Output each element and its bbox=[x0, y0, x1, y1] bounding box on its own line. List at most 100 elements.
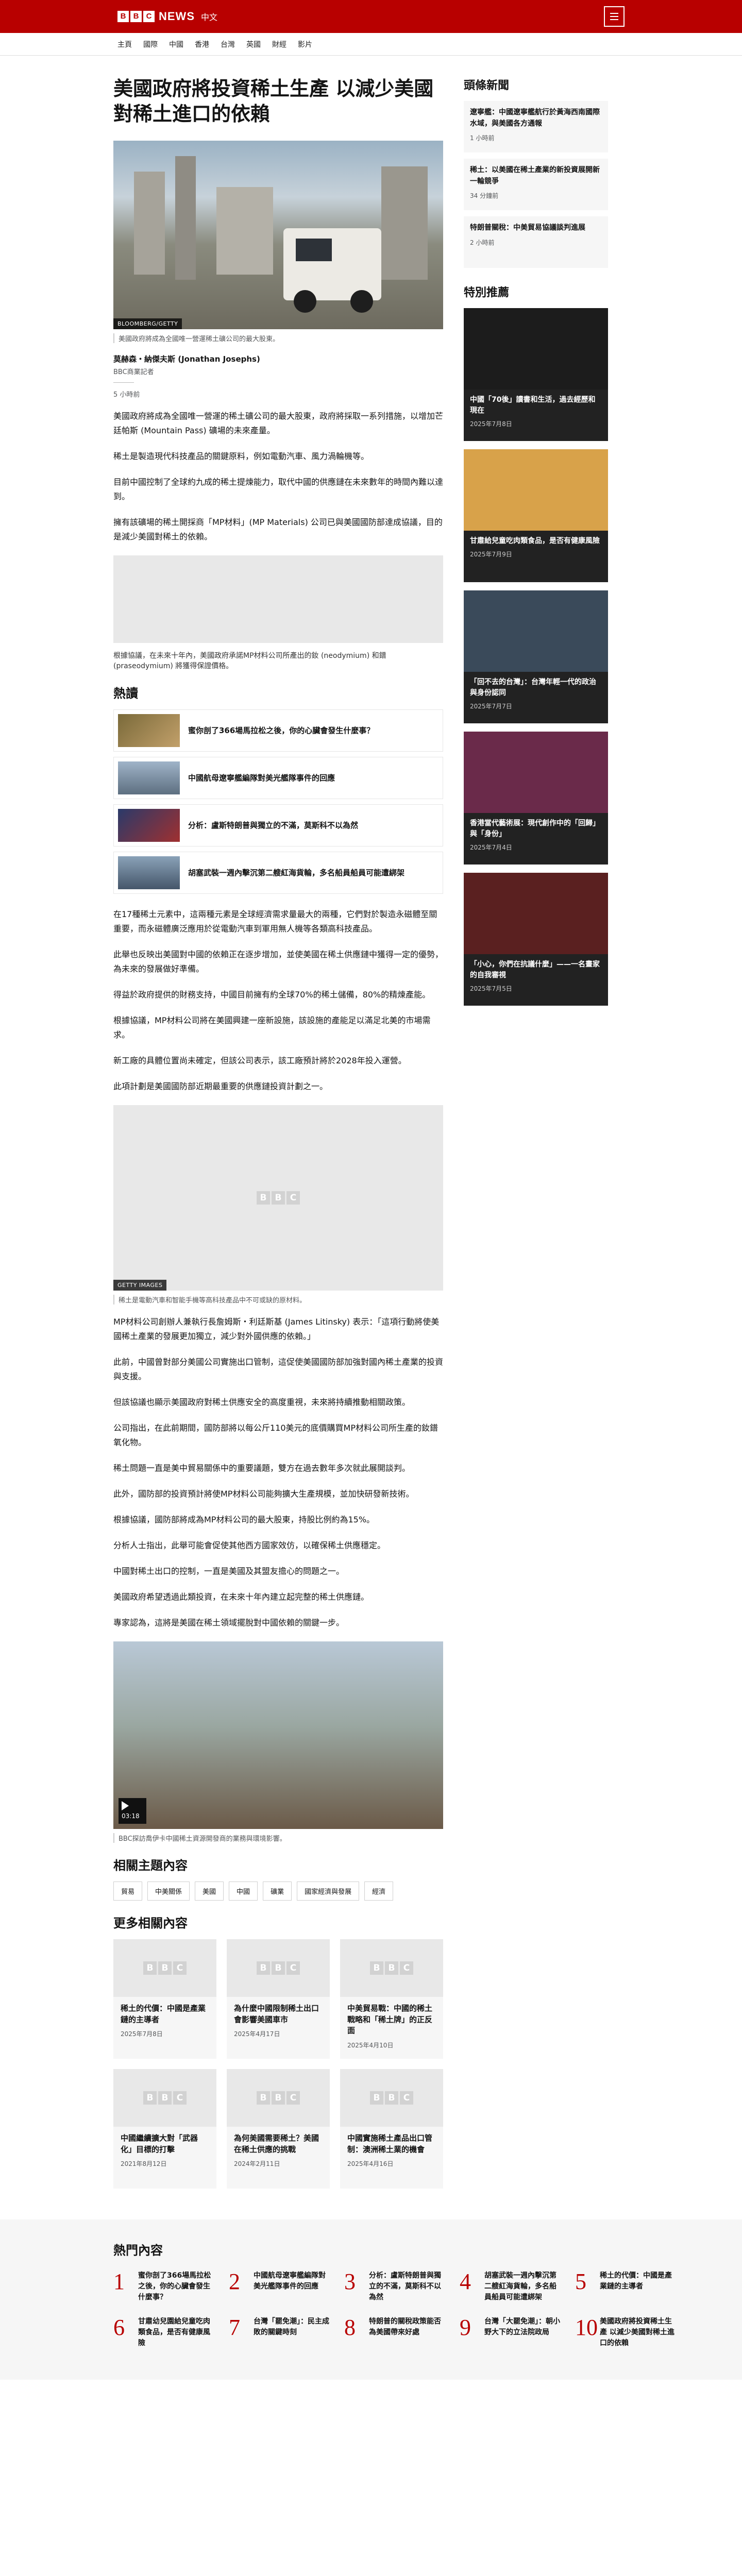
rank-number: 7 bbox=[229, 2314, 240, 2340]
bbc-news-logo[interactable]: B B C NEWS 中文 bbox=[117, 10, 217, 23]
most-read-title-text: 台灣「大罷免潮」：朝小野大下的立法院政局 bbox=[484, 2317, 560, 2336]
placeholder-letter: B bbox=[257, 2091, 270, 2105]
most-read-item[interactable]: 5 稀土的代價：中國是產業鏈的主導者 bbox=[575, 2270, 678, 2303]
topic-tag[interactable]: 中美關係 bbox=[147, 1881, 190, 1901]
related-card[interactable]: BBC 中美貿易戰：中國的稀土戰略和「稀土牌」的正反面 2025年4月10日 bbox=[340, 1939, 443, 2059]
most-read-title-text: 美國政府將投資稀土生產 以減少美國對稀土進口的依賴 bbox=[600, 2317, 674, 2347]
most-read-item[interactable]: 1 蜜你剖了366場馬拉松之後，你的心臟會發生什麼事？ bbox=[113, 2270, 216, 2303]
placeholder-letter: B bbox=[370, 1961, 383, 1975]
related-card[interactable]: BBC 中國實施稀土產品出口管制：澳洲稀土業的機會 2025年4月16日 bbox=[340, 2069, 443, 2189]
video-caption: BBC探訪喬伊卡中國稀土資源開發商的業務與環境影響。 bbox=[113, 1833, 443, 1843]
featured-item[interactable]: 甘肅給兒童吃肉類食品，是否有健康風險 2025年7月9日 bbox=[464, 449, 608, 582]
brand-letter: B bbox=[130, 11, 142, 22]
rank-number: 2 bbox=[229, 2268, 240, 2294]
card-title: 為何美國需要稀土？美國在稀土供應的挑戰 bbox=[234, 2133, 319, 2154]
brand-letter: C bbox=[143, 11, 155, 22]
related-card[interactable]: BBC 稀土的代價：中國是產業鏈的主導者 2025年7月8日 bbox=[113, 1939, 216, 2059]
nav-item-business[interactable]: 財經 bbox=[272, 39, 286, 49]
hot-read-thumbnail bbox=[118, 714, 180, 747]
related-card[interactable]: BBC 為什麼中國限制稀土出口會影響美國車市 2025年4月17日 bbox=[227, 1939, 330, 2059]
hot-read-item[interactable]: 分析：盧斯特朗普與獨立的不滿，莫斯科不以為然 bbox=[113, 804, 443, 846]
topic-tag[interactable]: 國家經濟與發展 bbox=[297, 1881, 360, 1901]
top-story-item[interactable]: 稀土：以美國在稀土產業的新投資展開新一輪競爭 34 分鐘前 bbox=[464, 159, 608, 210]
paragraph: 公司指出，在此前期間，國防部將以每公斤110美元的底價購買MP材料公司所生產的釹… bbox=[113, 1422, 438, 1447]
card-date: 2025年4月17日 bbox=[234, 2030, 280, 2038]
featured-item-title: 甘肅給兒童吃肉類食品，是否有健康風險 bbox=[470, 537, 600, 545]
featured-item[interactable]: 「小心，你們在抗議什麼」——一名畫家的自我審視 2025年7月5日 bbox=[464, 873, 608, 1006]
nav-item-uk[interactable]: 英國 bbox=[246, 39, 261, 49]
rank-number: 8 bbox=[344, 2314, 356, 2340]
rank-number: 9 bbox=[460, 2314, 471, 2340]
hot-read-thumbnail bbox=[118, 808, 180, 842]
featured-item-date: 2025年7月5日 bbox=[470, 985, 512, 992]
sidebar: 頭條新聞 遼寧艦：中國遼寧艦航行於黃海西南國際水域，與美國各方通報 1 小時前 … bbox=[464, 76, 608, 2189]
hot-read-title: 蜜你剖了366場馬拉松之後，你的心臟會發生什麼事？ bbox=[188, 725, 375, 735]
most-read-item[interactable]: 8 特朗普的關稅政策能否為美國帶來好處 bbox=[344, 2316, 447, 2349]
menu-icon[interactable] bbox=[604, 6, 625, 27]
placeholder-letter: B bbox=[385, 1961, 398, 1975]
topic-tag[interactable]: 中國 bbox=[229, 1881, 258, 1901]
topic-tag[interactable]: 經濟 bbox=[364, 1881, 394, 1901]
hot-read-item[interactable]: 胡塞武裝一週內擊沉第二艘紅海貨輪，多名船員船員可能遭綁架 bbox=[113, 851, 443, 894]
paragraph: 目前中國控制了全球約九成的稀土提煉能力，取代中國的供應鏈在未來數年的時間內難以達… bbox=[113, 477, 444, 501]
placeholder-letter: B bbox=[385, 2091, 398, 2105]
top-story-title: 遼寧艦：中國遼寧艦航行於黃海西南國際水域，與美國各方通報 bbox=[470, 108, 600, 128]
topic-tag[interactable]: 礦業 bbox=[263, 1881, 292, 1901]
bbc-placeholder-logo: B B C bbox=[257, 1191, 300, 1205]
paragraph: 在17種稀土元素中，這兩種元素是全球經濟需求量最大的兩種，它們對於製造永磁體至關… bbox=[113, 909, 437, 934]
rank-number: 4 bbox=[460, 2268, 471, 2294]
paragraph: 分析人士指出，此舉可能會促使其他西方國家效仿，以確保稀土供應穩定。 bbox=[113, 1540, 386, 1550]
nav-item-taiwan[interactable]: 台灣 bbox=[221, 39, 235, 49]
topic-tag[interactable]: 美國 bbox=[195, 1881, 224, 1901]
featured-item-date: 2025年7月8日 bbox=[470, 420, 512, 428]
card-title: 為什麼中國限制稀土出口會影響美國車市 bbox=[234, 2003, 319, 2024]
nav-item-hongkong[interactable]: 香港 bbox=[195, 39, 209, 49]
paragraph: 根據協議，MP材料公司將在美國興建一座新設施，該設施的產能足以滿足北美的市場需求… bbox=[113, 1015, 431, 1040]
most-read-item[interactable]: 2 中國航母遼寧艦編隊對美光艦隊事件的回應 bbox=[229, 2270, 332, 2303]
rank-number: 1 bbox=[113, 2268, 125, 2294]
nav-item-china[interactable]: 中國 bbox=[169, 39, 183, 49]
paragraph: MP材料公司創辦人兼執行長詹姆斯・利廷斯基 (James Litinsky) 表… bbox=[113, 1316, 440, 1341]
card-image-placeholder: BBC bbox=[340, 2069, 443, 2127]
most-read-item[interactable]: 4 胡塞武裝一週內擊沉第二艘紅海貨輪，多名船員船員可能遭綁架 bbox=[460, 2270, 563, 2303]
card-title: 中國繼續擴大對「武器化」目標的打擊 bbox=[121, 2133, 198, 2154]
article-title: 美國政府將投資稀土生產 以減少美國對稀土進口的依賴 bbox=[113, 77, 434, 126]
nav-item-world[interactable]: 國際 bbox=[143, 39, 158, 49]
topic-tag[interactable]: 貿易 bbox=[113, 1881, 143, 1901]
article-main: 美國政府將投資稀土生產 以減少美國對稀土進口的依賴 BLOOMBERG/GETT… bbox=[113, 76, 443, 2189]
nav-item-video[interactable]: 影片 bbox=[298, 39, 312, 49]
most-read-item[interactable]: 9 台灣「大罷免潮」：朝小野大下的立法院政局 bbox=[460, 2316, 563, 2349]
hot-read-item[interactable]: 蜜你剖了366場馬拉松之後，你的心臟會發生什麼事？ bbox=[113, 709, 443, 752]
top-story-date: 1 小時前 bbox=[470, 134, 495, 142]
hot-read-item[interactable]: 中國航母遼寧艦編隊對美光艦隊事件的回應 bbox=[113, 756, 443, 799]
most-read-item[interactable]: 7 台灣「罷免潮」：民主成敗的關鍵時刻 bbox=[229, 2316, 332, 2349]
card-date: 2025年4月16日 bbox=[347, 2160, 394, 2168]
featured-item-title: 「回不去的台灣」：台灣年輕一代的政治與身份認同 bbox=[470, 678, 596, 697]
hot-read-thumbnail bbox=[118, 856, 180, 889]
video-player[interactable]: 03:18 bbox=[113, 1641, 443, 1829]
play-button[interactable]: 03:18 bbox=[119, 1798, 146, 1824]
more-related-title: 更多相關內容 bbox=[113, 1916, 188, 1930]
featured-image bbox=[464, 590, 608, 672]
most-read-item[interactable]: 3 分析：盧斯特朗普與獨立的不滿，莫斯科不以為然 bbox=[344, 2270, 447, 2303]
featured-item-title: 香港當代藝術展：現代創作中的「回歸」與「身份」 bbox=[470, 819, 600, 838]
most-read-item[interactable]: 6 甘肅幼兒園給兒童吃肉類食品，是否有健康風險 bbox=[113, 2316, 216, 2349]
placeholder-letter: B bbox=[257, 1191, 270, 1205]
byline-divider bbox=[113, 382, 134, 383]
related-card[interactable]: BBC 中國繼續擴大對「武器化」目標的打擊 2021年8月12日 bbox=[113, 2069, 216, 2189]
card-title: 中美貿易戰：中國的稀土戰略和「稀土牌」的正反面 bbox=[347, 2003, 433, 2036]
related-card[interactable]: BBC 為何美國需要稀土？美國在稀土供應的挑戰 2024年2月11日 bbox=[227, 2069, 330, 2189]
most-read-title-text: 蜜你剖了366場馬拉松之後，你的心臟會發生什麼事？ bbox=[138, 2271, 211, 2301]
nav-item-home[interactable]: 主頁 bbox=[117, 39, 132, 49]
most-read-item[interactable]: 10 美國政府將投資稀土生產 以減少美國對稀土進口的依賴 bbox=[575, 2316, 678, 2349]
top-story-item[interactable]: 特朗普關稅：中美貿易協議談判進展 2 小時前 bbox=[464, 216, 608, 268]
card-date: 2024年2月11日 bbox=[234, 2160, 280, 2168]
paragraph: 但該協議也顯示美國政府對稀土供應安全的高度重視，未來將持續推動相關政策。 bbox=[113, 1397, 411, 1407]
most-read-title-text: 特朗普的關稅政策能否為美國帶來好處 bbox=[369, 2317, 441, 2336]
featured-item[interactable]: 中國「70後」讀書和生活，過去經歷和現在 2025年7月8日 bbox=[464, 308, 608, 441]
rank-number: 6 bbox=[113, 2314, 125, 2340]
featured-item[interactable]: 「回不去的台灣」：台灣年輕一代的政治與身份認同 2025年7月7日 bbox=[464, 590, 608, 723]
featured-item[interactable]: 香港當代藝術展：現代創作中的「回歸」與「身份」 2025年7月4日 bbox=[464, 732, 608, 865]
top-story-item[interactable]: 遼寧艦：中國遼寧艦航行於黃海西南國際水域，與美國各方通報 1 小時前 bbox=[464, 101, 608, 152]
placeholder-letter: C bbox=[173, 2091, 187, 2105]
